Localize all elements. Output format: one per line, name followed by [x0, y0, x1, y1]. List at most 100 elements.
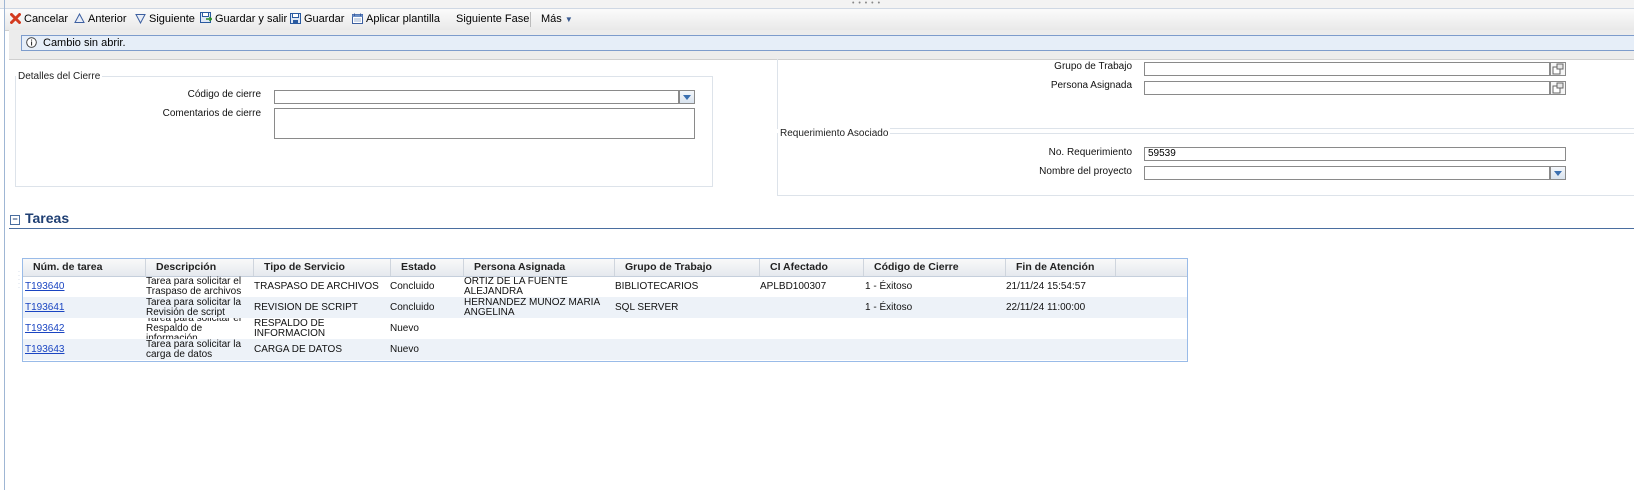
task-status: Concluido [390, 280, 435, 292]
handle-dots-icon: • • • • • [852, 0, 882, 7]
task-description: Tarea para solicitar la Revisión de scri… [146, 297, 242, 318]
task-service: RESPALDO DE INFORMACION [254, 318, 326, 339]
task-id-link[interactable]: T193641 [25, 297, 140, 318]
requirement-fieldset [777, 133, 1634, 196]
col-header-task-number[interactable]: Núm. de tarea [23, 259, 146, 276]
tasks-grid: Núm. de tarea Descripción Tipo de Servic… [22, 258, 1188, 362]
save-exit-label: Guardar y salir [215, 13, 288, 25]
tasks-section-header[interactable]: − Tareas [10, 210, 69, 226]
task-ci [760, 339, 863, 360]
work-group-input[interactable] [1144, 62, 1550, 76]
col-header-status[interactable]: Estado [391, 259, 464, 276]
next-icon [135, 14, 146, 25]
assigned-person-input[interactable] [1144, 81, 1550, 95]
save-exit-button[interactable]: Guardar y salir [200, 12, 287, 27]
previous-label: Anterior [88, 13, 127, 25]
closure-details-legend: Detalles del Cierre [16, 71, 103, 82]
task-description: Tarea para solicitar el Respaldo de info… [146, 318, 242, 339]
assigned-person-label: Persona Asignada [1050, 80, 1132, 91]
info-icon [26, 37, 37, 48]
info-message-text: Cambio sin abrir. [43, 37, 126, 49]
task-group [615, 339, 759, 360]
closure-code-dropdown-button[interactable] [679, 90, 695, 104]
apply-template-label: Aplicar plantilla [366, 13, 440, 25]
col-header-assigned-person[interactable]: Persona Asignada [464, 259, 615, 276]
col-header-description[interactable]: Descripción [146, 259, 254, 276]
task-end-time: 22/11/24 11:00:00 [1006, 301, 1086, 313]
assigned-person-picker-button[interactable] [1550, 81, 1566, 95]
project-name-dropdown-button[interactable] [1550, 166, 1566, 180]
task-id-link[interactable]: T193643 [25, 339, 140, 360]
dropdown-arrow-icon [683, 95, 691, 100]
cancel-button[interactable]: Cancelar [10, 12, 68, 27]
info-panel: Cambio sin abrir. [9, 30, 1634, 60]
col-header-closure-code[interactable]: Código de Cierre [864, 259, 1006, 276]
work-group-picker-button[interactable] [1550, 62, 1566, 76]
save-icon [290, 13, 301, 24]
task-id-link[interactable]: T193642 [25, 318, 140, 339]
toolbar-separator [530, 12, 531, 27]
left-border [4, 0, 5, 490]
task-description: Tarea para solicitar el Traspaso de arch… [146, 276, 242, 297]
apply-template-button[interactable]: Aplicar plantilla [352, 12, 440, 27]
task-end-time [1006, 318, 1156, 339]
table-row[interactable]: T193640 Tarea para solicitar el Traspaso… [23, 276, 1187, 297]
task-person [464, 339, 614, 360]
requirement-number-input[interactable] [1144, 147, 1566, 161]
save-exit-icon [200, 12, 213, 23]
task-closure-code: 1 - Éxitoso [865, 280, 913, 292]
dropdown-arrow-icon [1554, 171, 1562, 176]
previous-icon [74, 12, 85, 23]
task-person [464, 318, 614, 339]
top-resize-handle[interactable]: • • • • • [0, 0, 1634, 9]
tasks-divider [9, 228, 1634, 229]
cancel-label: Cancelar [24, 13, 69, 25]
task-end-time: 21/11/24 15:54:57 [1006, 280, 1086, 292]
requirement-number-label: No. Requerimiento [1048, 147, 1132, 158]
col-header-affected-ci[interactable]: CI Afectado [760, 259, 864, 276]
task-end-time [1006, 339, 1156, 360]
collapse-icon[interactable]: − [10, 215, 20, 225]
col-header-work-group[interactable]: Grupo de Trabajo [615, 259, 760, 276]
more-chevron-icon: ▼ [564, 15, 573, 24]
closure-comments-label: Comentarios de cierre [162, 108, 261, 119]
work-group-label: Grupo de Trabajo [1054, 61, 1132, 72]
previous-button[interactable]: Anterior [74, 12, 127, 27]
toolbar: Cancelar Anterior Siguiente Guardar y sa… [5, 9, 1634, 31]
task-closure-code: 1 - Éxitoso [865, 301, 913, 313]
task-group: BIBLIOTECARIOS [615, 280, 699, 292]
task-status: Nuevo [390, 343, 419, 355]
info-message-bar: Cambio sin abrir. [21, 35, 1634, 51]
closure-comments-textarea[interactable] [274, 108, 695, 139]
table-row[interactable]: T193642 Tarea para solicitar el Respaldo… [23, 318, 1187, 339]
next-button[interactable]: Siguiente [135, 12, 195, 27]
task-status: Nuevo [390, 322, 419, 334]
save-button[interactable]: Guardar [290, 12, 344, 27]
table-row[interactable]: T193643 Tarea para solicitar la carga de… [23, 339, 1187, 360]
task-group: SQL SERVER [615, 301, 679, 313]
col-header-end-of-attention[interactable]: Fin de Atención [1006, 259, 1116, 276]
project-name-input[interactable] [1144, 166, 1550, 180]
next-phase-button[interactable]: Siguiente Fase [456, 12, 529, 27]
task-person: HERNANDEZ MUÑOZ MARIA ANGELINA [464, 297, 600, 318]
picker-icon [1552, 82, 1564, 94]
task-id-link[interactable]: T193640 [25, 276, 140, 297]
col-header-service-type[interactable]: Tipo de Servicio [254, 259, 391, 276]
task-closure-code [865, 318, 1005, 339]
cancel-icon [10, 13, 21, 24]
closure-code-label: Código de cierre [187, 89, 261, 100]
task-group [615, 318, 759, 339]
table-row[interactable]: T193641 Tarea para solicitar la Revisión… [23, 297, 1187, 318]
task-service: TRASPASO DE ARCHIVOS [254, 280, 379, 292]
task-ci [760, 297, 863, 318]
more-label: Más [541, 13, 562, 25]
more-button[interactable]: Más ▼ [541, 12, 573, 27]
picker-icon [1552, 63, 1564, 75]
save-label: Guardar [304, 13, 345, 25]
grid-resize-handle[interactable]: · · · · · [18, 269, 21, 291]
task-closure-code [865, 339, 1005, 360]
task-person: ORTIZ DE LA FUENTE ALEJANDRA [464, 276, 568, 297]
tasks-title: Tareas [25, 210, 70, 226]
task-ci: APLBD100307 [760, 280, 827, 292]
closure-code-input[interactable] [274, 90, 679, 104]
